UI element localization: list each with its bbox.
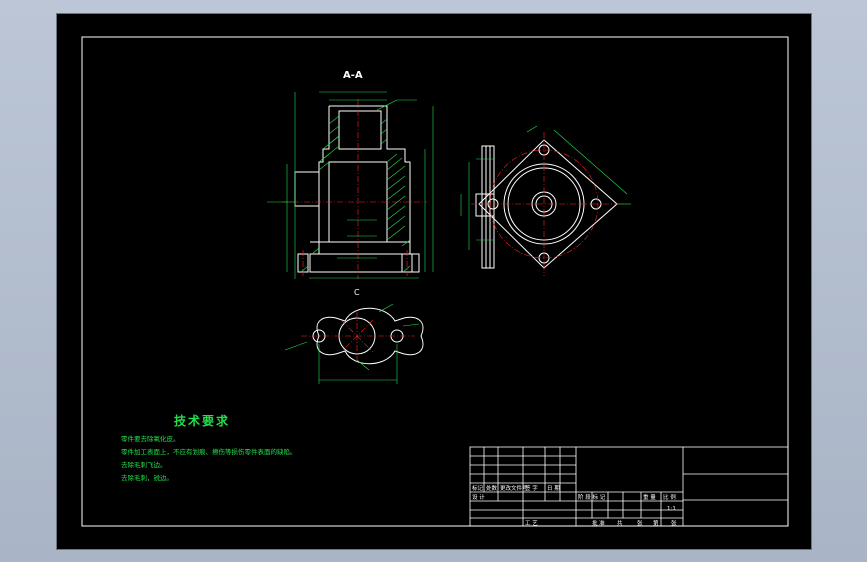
section-label-aa: A-A xyxy=(343,70,363,81)
tb-label-sheet: 张 xyxy=(637,521,643,527)
tb-label-page-sheet: 张 xyxy=(671,521,677,527)
view-c-dimensions xyxy=(284,303,420,384)
tb-label-page: 第 xyxy=(653,521,659,527)
section-view-aa xyxy=(294,105,420,273)
drawing-viewport[interactable]: A-A C 技术要求 零件要去除氧化皮。 零件加工表面上，不应有划痕、擦伤等损伤… xyxy=(56,13,812,550)
tb-label-mark: 标记 xyxy=(472,486,484,492)
tech-requirements-title: 技术要求 xyxy=(174,414,231,428)
section-dimensions xyxy=(267,91,434,279)
tb-label-date: 日 期 xyxy=(547,486,560,492)
tb-label-count: 处数 xyxy=(486,486,498,492)
requirement-line-2: 零件加工表面上，不应有划痕、擦伤等损伤零件表面的缺陷。 xyxy=(121,448,297,456)
side-view-dimensions xyxy=(460,158,494,250)
requirement-line-1: 零件要去除氧化皮。 xyxy=(121,435,180,443)
section-centerlines xyxy=(282,99,427,279)
requirement-line-3: 去除毛刺飞边。 xyxy=(121,461,167,469)
tb-label-weight: 重 量 xyxy=(643,495,656,501)
section-hatching xyxy=(300,115,411,273)
tb-label-stage: 阶 段 标 记 xyxy=(578,495,606,501)
tb-label-process: 工 艺 xyxy=(525,521,538,527)
tb-label-design: 设 计 xyxy=(472,495,485,501)
view-c-label: C xyxy=(354,288,360,297)
tb-label-change-doc: 更改文件号 xyxy=(500,486,528,492)
tb-label-scale: 比 例 xyxy=(663,495,676,501)
cad-drawing xyxy=(81,36,789,527)
requirement-line-4: 去除毛刺，锐边。 xyxy=(121,474,173,482)
side-view xyxy=(475,145,495,269)
view-c-centerlines xyxy=(301,312,415,360)
tb-label-approve: 批 准 xyxy=(592,521,605,527)
tb-label-sign: 签 字 xyxy=(525,486,538,492)
tb-scale-value: 1:1 xyxy=(667,506,676,512)
tb-label-share: 共 xyxy=(617,521,623,527)
